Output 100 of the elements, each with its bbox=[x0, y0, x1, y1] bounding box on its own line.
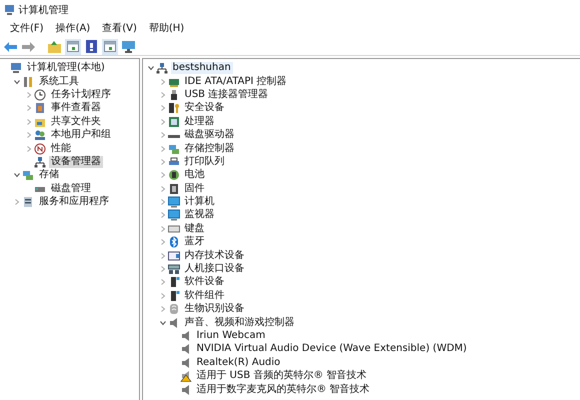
monitor-button[interactable] bbox=[120, 38, 136, 54]
menu-item[interactable]: 帮助(H) bbox=[142, 20, 190, 38]
expand-icon[interactable] bbox=[14, 199, 20, 206]
tree-item[interactable]: 适用于数字麦克风的英特尔® 智音技术 bbox=[194, 384, 372, 396]
action-pane-button[interactable] bbox=[102, 38, 118, 54]
tree-item[interactable]: 性能 bbox=[49, 142, 73, 155]
tree-item[interactable]: 固件 bbox=[182, 182, 206, 195]
tree-item[interactable]: 监视器 bbox=[182, 209, 216, 222]
computer-icon bbox=[10, 62, 22, 74]
tree-item[interactable]: 任务计划程序 bbox=[49, 88, 113, 101]
expand-icon[interactable] bbox=[160, 199, 166, 206]
key-icon bbox=[168, 102, 180, 114]
tree-item[interactable]: Iriun Webcam bbox=[194, 330, 268, 342]
tree-item[interactable]: 内存技术设备 bbox=[182, 250, 246, 262]
log-icon bbox=[34, 102, 46, 114]
expand-icon[interactable] bbox=[160, 186, 166, 192]
expand-icon[interactable] bbox=[160, 146, 166, 152]
tree-item[interactable]: 蓝牙 bbox=[182, 236, 206, 248]
tree-item[interactable]: 计算机 bbox=[182, 196, 216, 208]
tree-item[interactable]: 存储 bbox=[37, 169, 61, 182]
warning-icon bbox=[180, 370, 192, 382]
services-icon bbox=[22, 196, 34, 208]
printer-icon bbox=[168, 156, 180, 168]
tree-item[interactable]: 事件查看器 bbox=[49, 102, 103, 114]
tree-item[interactable]: 软件组件 bbox=[182, 290, 226, 302]
tree-item[interactable]: 打印队列 bbox=[182, 156, 226, 168]
expand-icon[interactable] bbox=[160, 252, 166, 259]
storage-icon bbox=[168, 142, 180, 155]
tree-item[interactable]: 共享文件夹 bbox=[49, 116, 103, 128]
tree-item[interactable]: 处理器 bbox=[182, 116, 216, 128]
network-icon bbox=[34, 156, 46, 168]
app-icon bbox=[4, 4, 16, 16]
keyboard-icon bbox=[168, 222, 180, 235]
collapse-icon[interactable] bbox=[14, 172, 20, 178]
expand-icon[interactable] bbox=[26, 118, 32, 125]
tree-item[interactable]: 服务和应用程序 bbox=[37, 196, 111, 208]
firmware-icon bbox=[168, 182, 180, 195]
expand-icon[interactable] bbox=[160, 306, 166, 312]
tree-item[interactable]: 本地用户和组 bbox=[49, 129, 113, 142]
monitor-icon bbox=[168, 196, 180, 208]
expand-icon[interactable] bbox=[160, 158, 166, 165]
memory-card-icon bbox=[168, 250, 180, 262]
expand-icon[interactable] bbox=[26, 105, 32, 112]
expand-icon[interactable] bbox=[26, 92, 32, 98]
tree-item[interactable]: 设备管理器 bbox=[49, 156, 103, 168]
menu-item[interactable]: 文件(F) bbox=[4, 20, 50, 38]
speaker-icon bbox=[180, 330, 192, 342]
expand-icon[interactable] bbox=[26, 132, 32, 138]
speaker-icon bbox=[168, 316, 180, 329]
tree-item[interactable]: 磁盘驱动器 bbox=[182, 129, 236, 142]
tree-item[interactable]: 生物识别设备 bbox=[182, 303, 246, 316]
tree-item[interactable]: 安全设备 bbox=[182, 102, 226, 114]
fingerprint-icon bbox=[168, 303, 180, 316]
tree-item[interactable]: IDE ATA/ATAPI 控制器 bbox=[182, 76, 289, 88]
help-button[interactable] bbox=[84, 38, 100, 54]
expand-icon[interactable] bbox=[160, 172, 166, 178]
tree-item[interactable]: 声音、视频和游戏控制器 bbox=[182, 316, 296, 329]
expand-icon[interactable] bbox=[160, 212, 166, 218]
tree-item[interactable]: 人机接口设备 bbox=[182, 263, 246, 276]
tree-item[interactable]: 电池 bbox=[182, 169, 206, 182]
tools-icon bbox=[22, 76, 34, 88]
show-pane-button[interactable] bbox=[65, 38, 81, 54]
collapse-icon[interactable] bbox=[148, 65, 154, 72]
battery-icon bbox=[168, 169, 180, 182]
chip-icon bbox=[168, 116, 180, 128]
tree-item[interactable]: NVIDIA Virtual Audio Device (Wave Extensible) (WDM) bbox=[194, 343, 469, 356]
expand-icon[interactable] bbox=[160, 92, 166, 98]
clock-icon bbox=[34, 88, 46, 101]
tree-item[interactable]: 软件设备 bbox=[182, 276, 226, 288]
tree-item[interactable]: 存储控制器 bbox=[182, 142, 236, 155]
expand-icon[interactable] bbox=[160, 105, 166, 112]
tree-item[interactable]: Realtek(R) Audio bbox=[194, 356, 282, 369]
tree-item[interactable]: 系统工具 bbox=[37, 76, 81, 88]
expand-icon[interactable] bbox=[160, 239, 166, 246]
tree-item[interactable]: 计算机管理(本地) bbox=[25, 62, 107, 74]
hid-icon bbox=[168, 263, 180, 276]
collapse-icon[interactable] bbox=[160, 320, 166, 326]
tree-item[interactable]: 键盘 bbox=[182, 222, 206, 235]
expand-icon[interactable] bbox=[160, 279, 166, 286]
expand-icon[interactable] bbox=[160, 266, 166, 272]
network-icon bbox=[156, 62, 168, 74]
expand-icon[interactable] bbox=[160, 118, 166, 125]
tree-item[interactable]: 磁盘管理 bbox=[49, 182, 93, 195]
tree-item[interactable]: USB 连接器管理器 bbox=[182, 88, 270, 101]
speaker-icon bbox=[180, 343, 192, 356]
collapse-icon[interactable] bbox=[14, 78, 20, 85]
expand-icon[interactable] bbox=[160, 78, 166, 85]
expand-icon[interactable] bbox=[160, 226, 166, 232]
bluetooth-icon bbox=[168, 236, 180, 248]
tree-item[interactable]: 适用于 USB 音频的英特尔® 智音技术 bbox=[194, 370, 369, 382]
users-icon bbox=[34, 129, 46, 142]
menu-item[interactable]: 操作(A) bbox=[50, 20, 96, 38]
speaker-icon bbox=[180, 356, 192, 369]
tree-item[interactable]: bestshuhan bbox=[170, 62, 233, 74]
speaker-icon bbox=[180, 384, 192, 396]
expand-icon[interactable] bbox=[26, 146, 32, 152]
expand-icon[interactable] bbox=[160, 132, 166, 138]
menu-item[interactable]: 查看(V) bbox=[96, 20, 143, 38]
expand-icon[interactable] bbox=[160, 292, 166, 299]
folder-up-button[interactable] bbox=[46, 38, 62, 54]
